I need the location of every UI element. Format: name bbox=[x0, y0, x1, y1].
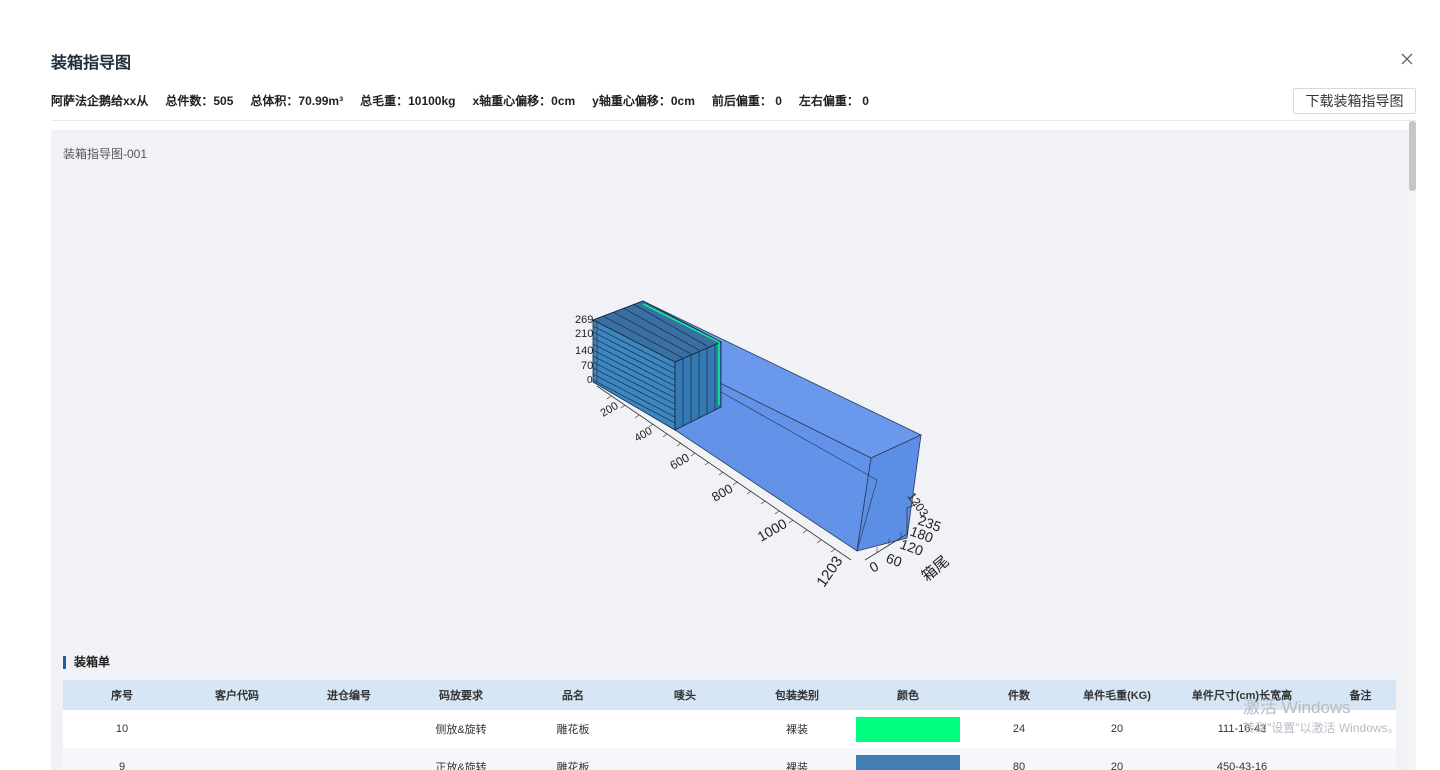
summary-y-offset: y轴重心偏移：0cm bbox=[592, 94, 695, 108]
summary-total-volume: 总体积：70.99m³ bbox=[250, 94, 344, 108]
download-guide-button[interactable]: 下载装箱指导图 bbox=[1293, 88, 1416, 114]
summary-total-pieces: 总件数：505 bbox=[165, 94, 234, 108]
cell-no: 10 bbox=[63, 710, 181, 748]
axis-x-tick: 200 bbox=[599, 400, 621, 420]
col-header: 颜色 bbox=[853, 680, 963, 710]
col-header: 件数 bbox=[963, 680, 1075, 710]
packing-summary: 阿萨法企鹅给xx从 总件数：505 总体积：70.99m³ 总毛重：10100k… bbox=[51, 92, 869, 108]
container-3d-view[interactable]: 269 210 140 70 0 200 400 600 800 1000 12… bbox=[51, 130, 1409, 650]
cell-weight: 20 bbox=[1075, 710, 1159, 748]
packing-guide-dialog: 装箱指导图 阿萨法企鹅给xx从 总件数：505 总体积：70.99m³ 总毛重：… bbox=[0, 0, 1440, 770]
cell-product: 雕花板 bbox=[517, 710, 629, 748]
col-header: 进仓编号 bbox=[293, 680, 405, 710]
col-header: 码放要求 bbox=[405, 680, 517, 710]
axis-x-tick: 1000 bbox=[755, 515, 790, 545]
packlist-table: 序号 客户代码 进仓编号 码放要求 品名 唛头 包装类别 颜色 件数 单件毛重(… bbox=[63, 680, 1396, 770]
summary-left-right: 左右偏重： 0 bbox=[798, 94, 869, 108]
table-row[interactable]: 9 正放&旋转 雕花板 裸装 80 20 450-43-16 bbox=[63, 748, 1396, 770]
cell-product: 雕花板 bbox=[517, 748, 629, 770]
packlist-title: 装箱单 bbox=[63, 656, 110, 669]
cell-size: 111-16-43 bbox=[1159, 710, 1325, 748]
cell-stacking: 正放&旋转 bbox=[405, 748, 517, 770]
col-header: 序号 bbox=[63, 680, 181, 710]
color-swatch bbox=[856, 754, 960, 770]
cell-mark bbox=[629, 710, 741, 748]
col-header: 备注 bbox=[1325, 680, 1396, 710]
cell-color bbox=[853, 748, 963, 770]
axis-y-label: 箱尾 bbox=[919, 553, 953, 585]
axis-x-tick: 800 bbox=[709, 481, 735, 505]
color-swatch bbox=[856, 716, 960, 742]
scroll-thumb[interactable] bbox=[1409, 121, 1416, 191]
axis-z-tick: 140 bbox=[575, 345, 593, 357]
col-header: 单件毛重(KG) bbox=[1075, 680, 1159, 710]
summary-customer: 阿萨法企鹅给xx从 bbox=[51, 94, 149, 108]
summary-x-offset: x轴重心偏移：0cm bbox=[472, 94, 576, 108]
axis-x-tick: 600 bbox=[668, 450, 693, 472]
cell-color bbox=[853, 710, 963, 748]
cell-qty: 80 bbox=[963, 748, 1075, 770]
table-row[interactable]: 10 侧放&旋转 雕花板 裸装 24 20 111-16-43 bbox=[63, 710, 1396, 748]
cell-no: 9 bbox=[63, 748, 181, 770]
col-header: 唛头 bbox=[629, 680, 741, 710]
cell-customer-code bbox=[181, 710, 293, 748]
summary-front-back: 前后偏重： 0 bbox=[711, 94, 782, 108]
cell-remark bbox=[1325, 710, 1396, 748]
cell-size: 450-43-16 bbox=[1159, 748, 1325, 770]
cell-mark bbox=[629, 748, 741, 770]
table-header-row: 序号 客户代码 进仓编号 码放要求 品名 唛头 包装类别 颜色 件数 单件毛重(… bbox=[63, 680, 1396, 710]
cell-customer-code bbox=[181, 748, 293, 770]
axis-x-tick: 400 bbox=[633, 425, 655, 445]
cell-stacking: 侧放&旋转 bbox=[405, 710, 517, 748]
cell-weight: 20 bbox=[1075, 748, 1159, 770]
summary-total-weight: 总毛重：10100kg bbox=[360, 94, 456, 108]
panel-scrollbar[interactable] bbox=[1409, 121, 1416, 770]
dialog-title: 装箱指导图 bbox=[51, 55, 132, 72]
col-header: 单件尺寸(cm)长宽高 bbox=[1159, 680, 1325, 710]
col-header: 品名 bbox=[517, 680, 629, 710]
cell-qty: 24 bbox=[963, 710, 1075, 748]
cell-warehouse-no bbox=[293, 710, 405, 748]
col-header: 包装类别 bbox=[741, 680, 853, 710]
axis-x-tick: 1203 bbox=[813, 553, 846, 590]
axis-y-tick: 60 bbox=[884, 550, 904, 570]
header-divider bbox=[51, 120, 1416, 121]
axis-z-tick: 269 bbox=[575, 314, 593, 326]
axis-z-tick: 0 bbox=[587, 375, 593, 386]
cell-package: 裸装 bbox=[741, 710, 853, 748]
axis-z-tick: 210 bbox=[575, 328, 593, 340]
close-icon[interactable] bbox=[1399, 51, 1415, 67]
guide-panel[interactable]: 装箱指导图-001 269 210 140 70 0 200 400 600 8… bbox=[51, 130, 1409, 770]
cell-package: 裸装 bbox=[741, 748, 853, 770]
cell-remark bbox=[1325, 748, 1396, 770]
col-header: 客户代码 bbox=[181, 680, 293, 710]
cell-warehouse-no bbox=[293, 748, 405, 770]
axis-y-tick: 0 bbox=[867, 558, 882, 576]
axis-z-tick: 70 bbox=[581, 360, 593, 372]
